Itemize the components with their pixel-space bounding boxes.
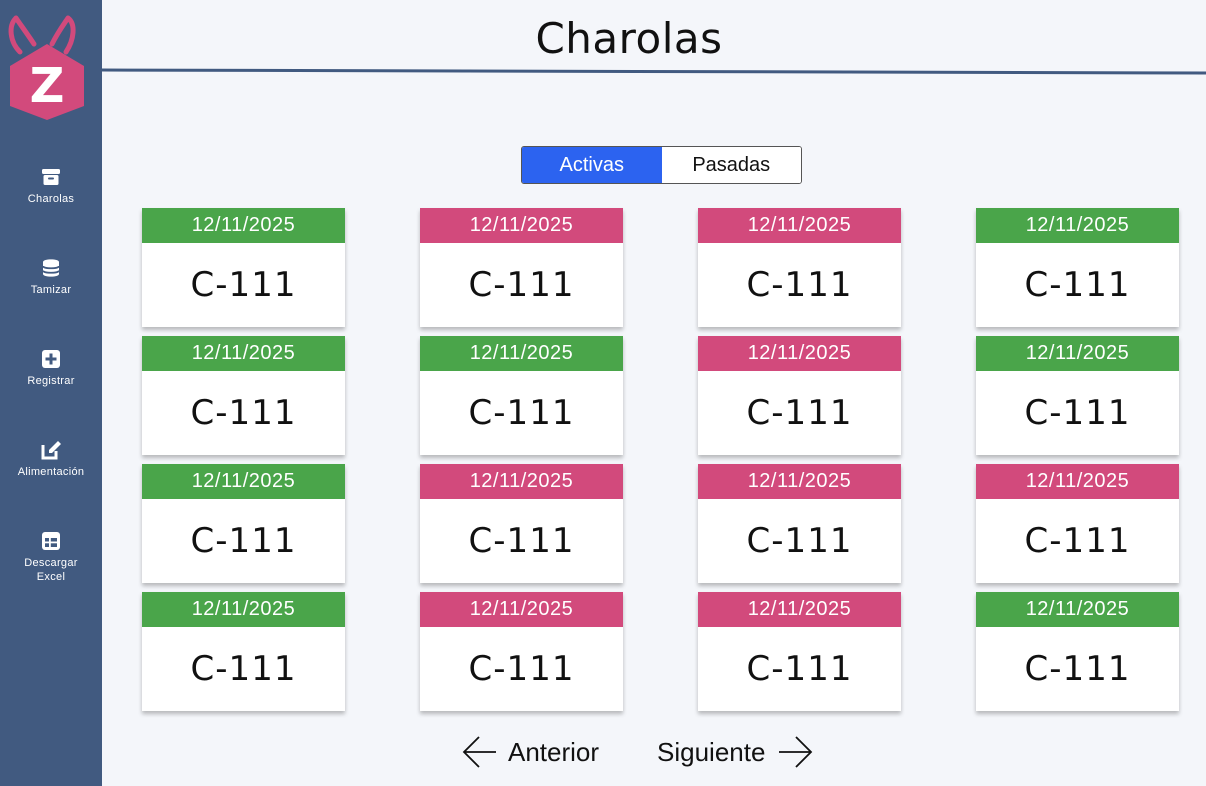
next-button[interactable]: Siguiente	[657, 732, 813, 772]
charola-card[interactable]: 12/11/2025 C-111	[976, 208, 1179, 327]
card-date: 12/11/2025	[142, 336, 345, 371]
card-date: 12/11/2025	[698, 208, 901, 243]
card-date: 12/11/2025	[420, 464, 623, 499]
app-logo[interactable]: Z	[4, 14, 90, 122]
charola-card[interactable]: 12/11/2025 C-111	[420, 208, 623, 327]
card-code: C-111	[468, 649, 575, 689]
sidebar-item-charolas[interactable]: Charolas	[0, 166, 102, 206]
page-title: Charolas	[535, 14, 723, 63]
card-date: 12/11/2025	[698, 592, 901, 627]
card-code: C-111	[746, 265, 853, 305]
card-date: 12/11/2025	[698, 336, 901, 371]
charola-card[interactable]: 12/11/2025 C-111	[698, 208, 901, 327]
charola-card[interactable]: 12/11/2025 C-111	[698, 592, 901, 711]
card-date: 12/11/2025	[142, 592, 345, 627]
arrow-right-icon	[779, 736, 813, 768]
card-date: 12/11/2025	[976, 592, 1179, 627]
card-date: 12/11/2025	[142, 208, 345, 243]
sidebar-item-label: Registrar	[27, 375, 75, 387]
status-toggle: Activas Pasadas	[521, 146, 802, 184]
sidebar-item-tamizar[interactable]: Tamizar	[0, 257, 102, 297]
card-code: C-111	[1024, 521, 1131, 561]
charola-card[interactable]: 12/11/2025 C-111	[142, 592, 345, 711]
charola-card[interactable]: 12/11/2025 C-111	[142, 464, 345, 583]
plus-square-icon	[42, 350, 60, 368]
card-date: 12/11/2025	[142, 464, 345, 499]
card-date: 12/11/2025	[976, 336, 1179, 371]
previous-button[interactable]: Anterior	[462, 732, 599, 772]
arrow-left-icon	[462, 736, 496, 768]
charola-card[interactable]: 12/11/2025 C-111	[420, 592, 623, 711]
sidebar-item-label: Charolas	[27, 193, 75, 205]
card-code: C-111	[746, 393, 853, 433]
sidebar: Z Charolas Tamizar Registrar Alimentació…	[0, 0, 102, 786]
card-date: 12/11/2025	[420, 336, 623, 371]
charola-card[interactable]: 12/11/2025 C-111	[420, 336, 623, 455]
table-icon	[42, 532, 60, 550]
card-code: C-111	[190, 265, 297, 305]
previous-label: Anterior	[508, 736, 600, 767]
card-code: C-111	[468, 265, 575, 305]
card-date: 12/11/2025	[698, 464, 901, 499]
card-code: C-111	[468, 521, 575, 561]
card-date: 12/11/2025	[976, 208, 1179, 243]
charola-card[interactable]: 12/11/2025 C-111	[420, 464, 623, 583]
sidebar-item-label: Descargar Excel	[24, 557, 78, 583]
charola-card[interactable]: 12/11/2025 C-111	[976, 336, 1179, 455]
charola-card[interactable]: 12/11/2025 C-111	[976, 464, 1179, 583]
charola-card[interactable]: 12/11/2025 C-111	[142, 336, 345, 455]
card-code: C-111	[190, 521, 297, 561]
card-date: 12/11/2025	[976, 464, 1179, 499]
charola-card[interactable]: 12/11/2025 C-111	[698, 336, 901, 455]
charola-card[interactable]: 12/11/2025 C-111	[976, 592, 1179, 711]
card-code: C-111	[746, 521, 853, 561]
card-date: 12/11/2025	[420, 208, 623, 243]
title-divider	[102, 68, 1206, 75]
database-icon	[42, 259, 60, 277]
card-code: C-111	[1024, 649, 1131, 689]
card-code: C-111	[468, 393, 575, 433]
logo-letter: Z	[30, 58, 65, 114]
card-code: C-111	[190, 393, 297, 433]
card-date: 12/11/2025	[420, 592, 623, 627]
sidebar-item-label: Tamizar	[30, 284, 72, 296]
sidebar-item-descargar-excel[interactable]: Descargar Excel	[0, 530, 102, 584]
card-code: C-111	[190, 649, 297, 689]
sidebar-item-registrar[interactable]: Registrar	[0, 348, 102, 388]
card-code: C-111	[1024, 265, 1131, 305]
sidebar-item-alimentacion[interactable]: Alimentación	[0, 439, 102, 479]
next-label: Siguiente	[657, 736, 766, 767]
card-code: C-111	[1024, 393, 1131, 433]
archive-icon	[42, 169, 60, 185]
charola-card[interactable]: 12/11/2025 C-111	[142, 208, 345, 327]
sidebar-item-label: Alimentación	[17, 466, 85, 478]
charola-card[interactable]: 12/11/2025 C-111	[698, 464, 901, 583]
tab-pasadas[interactable]: Pasadas	[661, 147, 801, 183]
edit-icon	[41, 441, 61, 460]
tab-activas[interactable]: Activas	[522, 147, 662, 183]
card-code: C-111	[746, 649, 853, 689]
